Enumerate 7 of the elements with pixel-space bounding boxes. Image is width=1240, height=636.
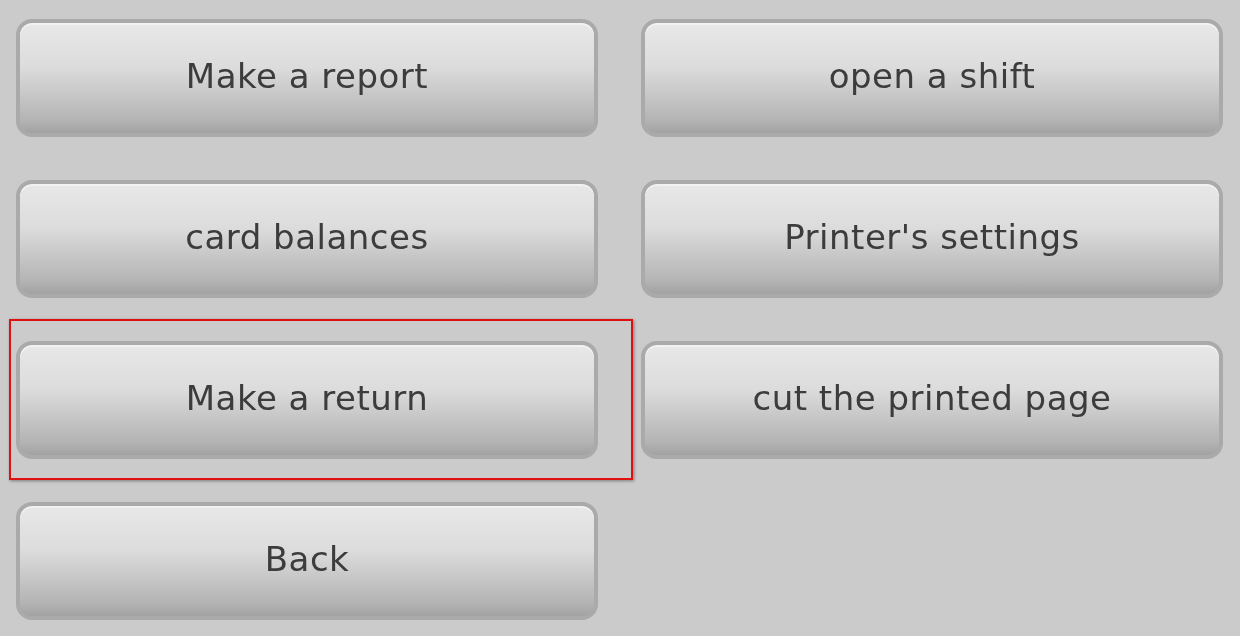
menu-button[interactable]: cut the printed page [641, 341, 1223, 459]
menu-button[interactable]: card balances [16, 180, 598, 298]
menu-button[interactable]: Make a return [16, 341, 598, 459]
menu-button[interactable]: Back [16, 502, 598, 620]
menu-button[interactable]: open a shift [641, 19, 1223, 137]
menu-button[interactable]: Printer's settings [641, 180, 1223, 298]
menu-button[interactable]: Make a report [16, 19, 598, 137]
